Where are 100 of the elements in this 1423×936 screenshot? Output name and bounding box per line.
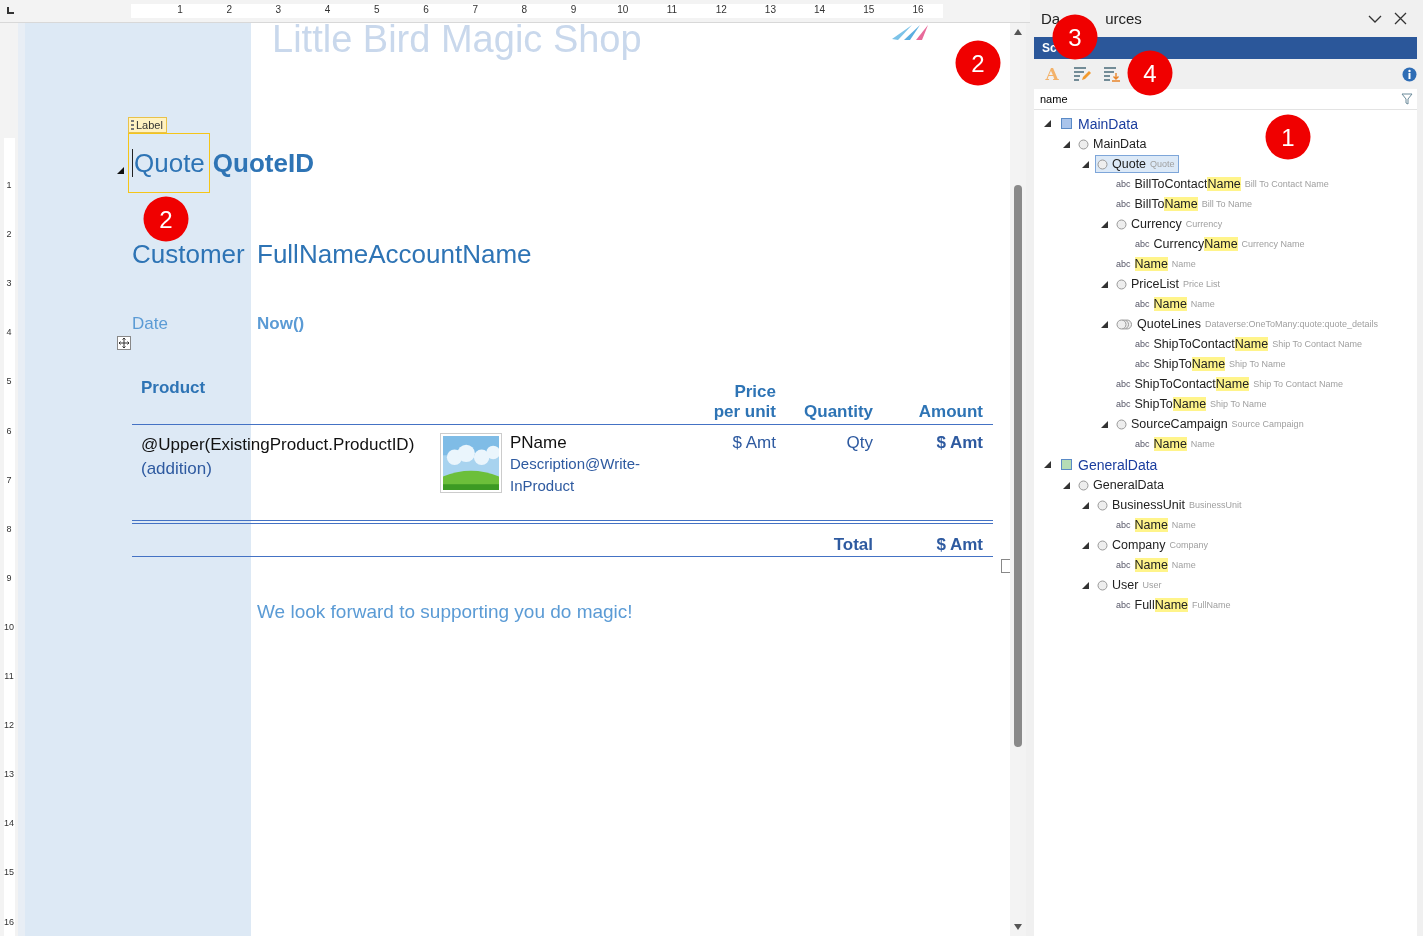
field-name: Name (1134, 558, 1168, 572)
expanded-arrow-icon[interactable] (1082, 581, 1089, 589)
expanded-arrow-icon[interactable] (1063, 481, 1070, 489)
tree-item[interactable]: abc ShipToName Ship To Name (1133, 355, 1290, 373)
collection-icon (1116, 318, 1133, 330)
field-name: ShipToContactName (1153, 337, 1269, 351)
label-tag[interactable]: Label (128, 117, 167, 133)
expanded-arrow-icon[interactable] (1082, 541, 1089, 549)
tab-stop-icon[interactable] (5, 6, 15, 16)
tree-item[interactable]: abc ShipToContactName Ship To Contact Name (1114, 375, 1348, 393)
circle-icon (1097, 499, 1108, 511)
expanded-arrow-icon[interactable] (1063, 140, 1070, 148)
field-type-label: abc (1135, 299, 1150, 309)
date-label: Date (132, 314, 169, 334)
field-type-label: abc (1116, 179, 1131, 189)
field-type-label: abc (1116, 399, 1131, 409)
expanded-arrow-icon[interactable] (1101, 420, 1108, 428)
tab-label[interactable]: Sc (1042, 41, 1057, 55)
ruler-number: 3 (275, 4, 282, 15)
ruler-number: 6 (423, 4, 429, 15)
scroll-down-icon[interactable] (1013, 923, 1023, 931)
field-name: FullName (1134, 598, 1188, 612)
tree-item[interactable]: MainData (1057, 113, 1142, 134)
circle-icon (1078, 479, 1089, 491)
field-name: ShipToName (1134, 397, 1207, 411)
ruler-number: 7 (472, 4, 478, 15)
ruler-number: 8 (5, 523, 13, 534)
field-type-label: abc (1116, 520, 1131, 530)
closing-message: We look forward to supporting you do magic! (257, 601, 634, 623)
tree-item[interactable]: abc BillToContactName Bill To Contact Name (1114, 175, 1333, 193)
ruler-number: 9 (570, 4, 577, 15)
import-list-button[interactable] (1102, 64, 1122, 84)
title-label-field[interactable]: Quote (128, 133, 210, 193)
close-icon[interactable] (1394, 12, 1407, 25)
circle-icon (1116, 418, 1127, 430)
tree-item[interactable]: GeneralData (1057, 454, 1162, 475)
tree-item[interactable]: abc Name Name (1114, 516, 1200, 534)
ruler-number: 15 (3, 867, 15, 878)
tree-item[interactable]: QuoteLines Dataverse:OneToMany:quote:quote_details (1114, 315, 1383, 333)
tree-item[interactable]: Company Company (1095, 536, 1213, 554)
circle-icon (1097, 158, 1108, 170)
collapse-arrow-icon[interactable] (117, 167, 124, 174)
field-name: Name (1153, 297, 1187, 311)
tree-item[interactable]: GeneralData (1076, 476, 1168, 494)
tree-item[interactable]: abc Name Name (1114, 255, 1200, 273)
tree-item[interactable]: User User (1095, 576, 1166, 594)
move-handle-icon[interactable] (117, 336, 131, 350)
ruler-number: 13 (3, 769, 15, 780)
tree-item[interactable]: abc BillToName Bill To Name (1114, 195, 1257, 213)
tree-item[interactable]: BusinessUnit BusinessUnit (1095, 496, 1246, 514)
tree-item[interactable]: abc Name Name (1133, 435, 1219, 453)
ruler-number: 16 (912, 4, 924, 15)
field-type-label: abc (1135, 339, 1150, 349)
quote-id-field: QuoteID (212, 147, 314, 179)
tree-item[interactable]: Currency Currency (1114, 215, 1227, 233)
field-name: Name (1153, 437, 1187, 451)
edit-list-button[interactable] (1072, 64, 1092, 84)
ruler-number: 3 (5, 278, 13, 289)
field-type-label: abc (1116, 379, 1131, 389)
tree-item[interactable]: abc ShipToName Ship To Name (1114, 395, 1271, 413)
node-name: GeneralData (1093, 478, 1164, 492)
tree-item[interactable]: abc Name Name (1114, 556, 1200, 574)
tree-item[interactable]: MainData (1076, 135, 1151, 153)
tree-item[interactable]: abc ShipToContactName Ship To Contact Name (1133, 335, 1367, 353)
expanded-arrow-icon[interactable] (1082, 160, 1089, 168)
expanded-arrow-icon[interactable] (1101, 320, 1108, 328)
expanded-arrow-icon[interactable] (1044, 120, 1051, 127)
tree-item[interactable]: PriceList Price List (1114, 275, 1224, 293)
search-field[interactable]: name (1034, 89, 1397, 110)
column-header: Quantity (803, 402, 873, 423)
info-icon[interactable] (1402, 66, 1417, 82)
expanded-arrow-icon[interactable] (1101, 220, 1108, 228)
product-name-field: PName (510, 433, 676, 453)
ruler-number: 9 (5, 572, 13, 583)
quantity-field: Qty (776, 433, 873, 453)
tree-item[interactable]: Quote Quote (1095, 155, 1179, 173)
field-type-label: abc (1135, 439, 1150, 449)
tree-item[interactable]: abc CurrencyName Currency Name (1133, 235, 1309, 253)
expanded-arrow-icon[interactable] (1082, 501, 1089, 509)
expanded-arrow-icon[interactable] (1044, 461, 1051, 468)
field-name: BillToContactName (1134, 177, 1241, 191)
scroll-up-icon[interactable] (1013, 28, 1023, 36)
tree-item[interactable]: abc Name Name (1133, 295, 1219, 313)
ruler-number: 7 (5, 474, 13, 485)
expanded-arrow-icon[interactable] (1101, 280, 1108, 288)
node-name: User (1112, 578, 1139, 592)
ruler-number: 4 (324, 4, 331, 15)
column-header: Price per unit (712, 382, 776, 423)
tree-item[interactable]: abc FullName FullName (1114, 596, 1235, 614)
grip-icon[interactable] (131, 119, 134, 131)
node-name: MainData (1078, 115, 1138, 132)
tree-item[interactable]: SourceCampaign Source Campaign (1114, 415, 1308, 433)
field-type-label: abc (1116, 259, 1131, 269)
column-header: Amount (917, 402, 984, 423)
circle-icon (1078, 138, 1089, 150)
circle-icon (1097, 579, 1108, 591)
circle-icon (1116, 278, 1127, 290)
node-name: MainData (1093, 137, 1147, 151)
price-field: $ Amt (676, 433, 776, 453)
ruler-number: 8 (521, 4, 528, 15)
